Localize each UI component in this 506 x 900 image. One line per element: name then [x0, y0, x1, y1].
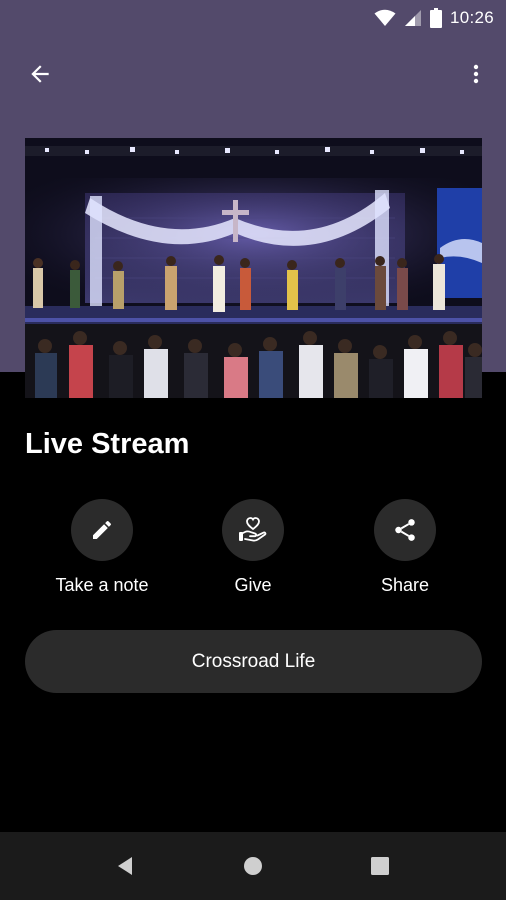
worship-stage-photo — [25, 138, 482, 398]
share-label: Share — [380, 575, 430, 595]
share-button[interactable]: Share — [325, 499, 485, 596]
home-circle-icon — [244, 857, 262, 875]
status-time: 10:26 — [449, 8, 494, 27]
app-bar — [0, 48, 506, 100]
more-vertical-icon — [473, 64, 479, 84]
status-bar: 10:26 — [0, 0, 506, 36]
take-note-icon-circle — [71, 499, 133, 561]
back-triangle-icon — [118, 857, 132, 875]
give-button[interactable]: Give — [173, 499, 333, 596]
recents-square-icon — [371, 857, 389, 875]
give-icon-circle — [222, 499, 284, 561]
take-note-label: Take a note — [55, 575, 149, 595]
crossroad-life-button[interactable]: Crossroad Life — [25, 630, 482, 693]
wifi-icon — [374, 9, 396, 26]
action-row: Take a note Give Share — [0, 499, 506, 609]
more-options-button[interactable] — [454, 52, 498, 96]
system-nav-bar — [0, 832, 506, 900]
nav-recents-button[interactable] — [360, 846, 400, 886]
give-label: Give — [234, 575, 272, 595]
share-icon — [395, 519, 415, 541]
back-button[interactable] — [16, 52, 64, 96]
nav-home-button[interactable] — [233, 846, 273, 886]
page-title: Live Stream — [25, 428, 190, 460]
take-note-button[interactable]: Take a note — [22, 499, 182, 596]
heart-hand-icon — [239, 517, 267, 542]
battery-icon — [429, 8, 442, 28]
pencil-icon — [93, 520, 112, 539]
share-icon-circle — [374, 499, 436, 561]
nav-back-button[interactable] — [106, 846, 146, 886]
live-stream-thumbnail[interactable] — [25, 138, 482, 398]
cellular-signal-icon — [404, 10, 421, 26]
status-icons: 10:26 — [374, 6, 494, 30]
arrow-left-icon — [31, 65, 49, 83]
